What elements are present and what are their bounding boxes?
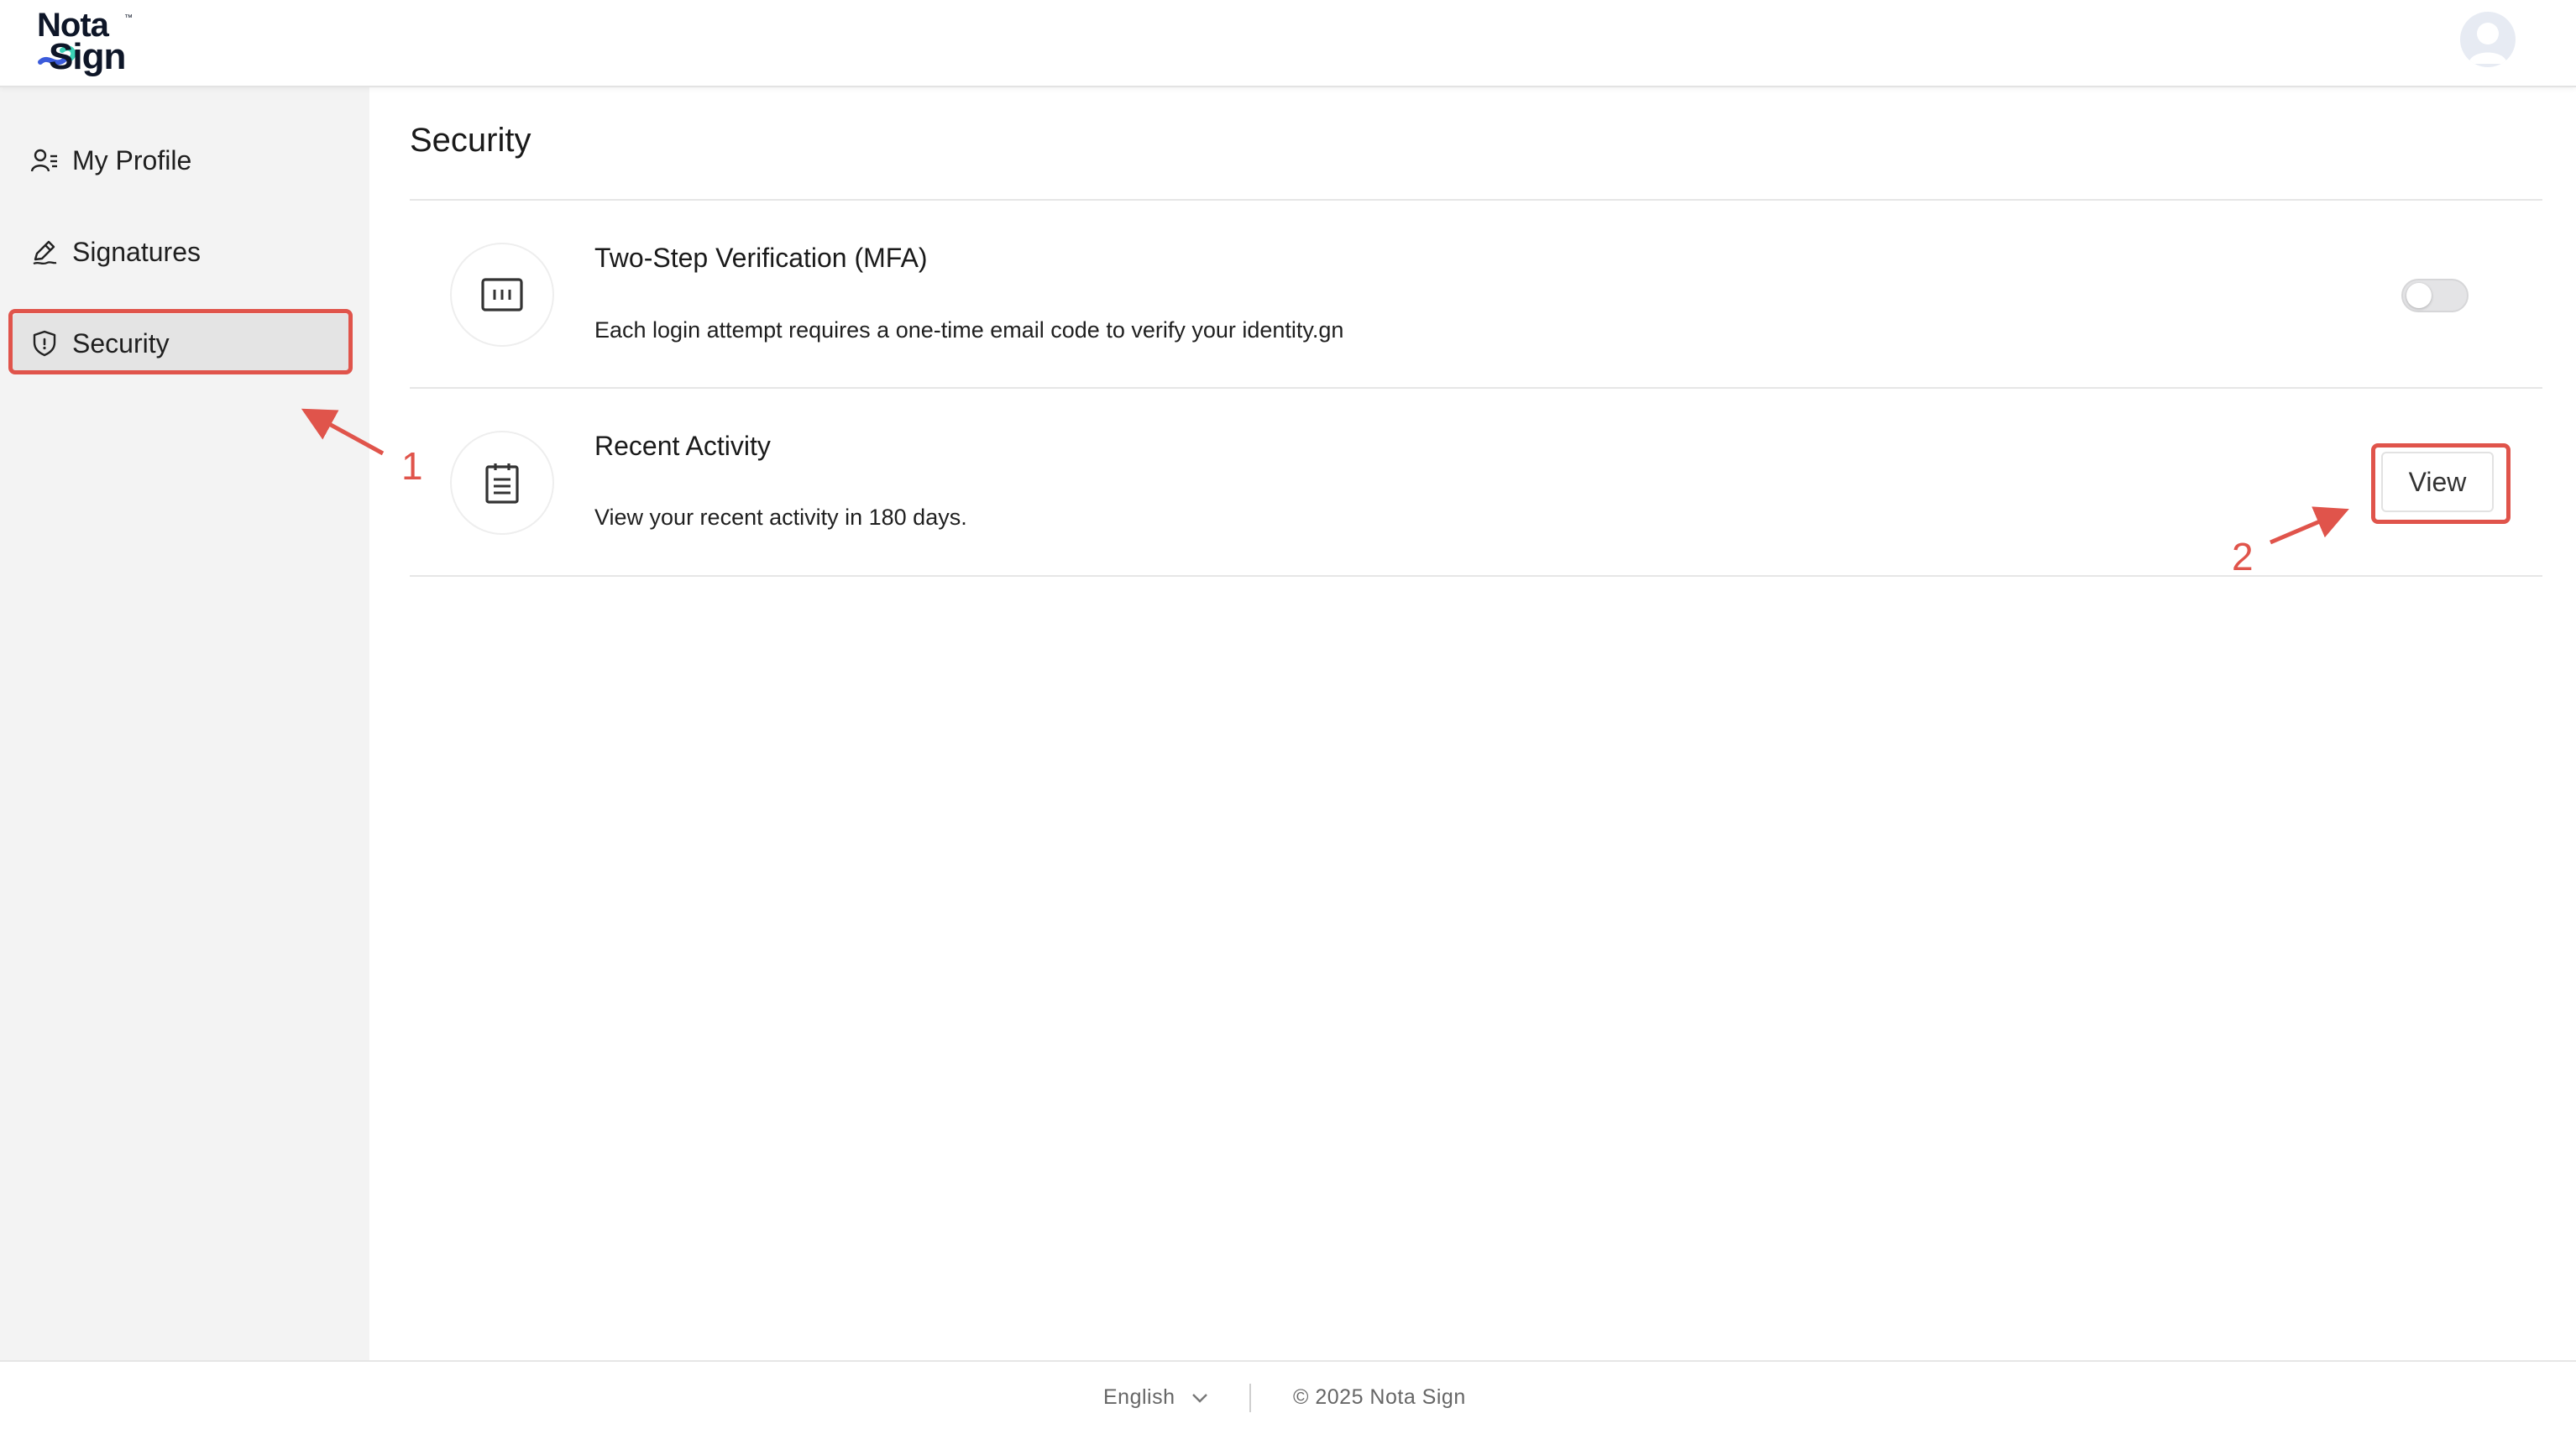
user-list-icon (30, 149, 57, 172)
page-title: Security (410, 122, 531, 159)
recent-activity-icon-container (450, 431, 554, 535)
mfa-description: Each login attempt requires a one-time e… (594, 317, 1344, 343)
annotation-number-2: 2 (2232, 535, 2254, 578)
mfa-title: Two-Step Verification (MFA) (594, 243, 928, 273)
sidebar-item-my-profile[interactable]: My Profile (12, 131, 351, 190)
sidebar-item-signatures[interactable]: Signatures (12, 222, 351, 281)
clipboard-icon (485, 463, 519, 504)
view-recent-activity-button[interactable]: View (2381, 452, 2494, 512)
recent-activity-title: Recent Activity (594, 431, 771, 461)
mfa-icon-container (450, 243, 554, 347)
annotation-arrow-2 (2270, 506, 2349, 545)
annotation-number-1: 1 (401, 444, 423, 488)
user-avatar[interactable] (2460, 12, 2516, 67)
sidebar-item-label: Signatures (72, 236, 201, 267)
section-divider-middle (410, 387, 2542, 389)
annotation-arrows (301, 408, 2349, 545)
section-divider-bottom (410, 575, 2542, 577)
sidebar-item-label: Security (72, 327, 170, 359)
shield-icon (33, 330, 56, 357)
logo-text-line2: Sign (49, 36, 126, 77)
mfa-toggle[interactable] (2401, 279, 2469, 312)
toggle-knob (2406, 283, 2432, 308)
nota-sign-logo[interactable]: Nota ™ Sign (37, 7, 154, 77)
top-bar: Nota ™ Sign (0, 0, 2576, 87)
language-label: English (1103, 1385, 1175, 1409)
sidebar-item-security[interactable]: Security (12, 314, 351, 373)
settings-sidebar: My Profile Signatures Security (0, 87, 369, 1360)
copyright-text: © 2025 Nota Sign (1293, 1385, 1466, 1409)
pen-icon (33, 240, 57, 265)
language-selector[interactable]: English (1103, 1385, 1209, 1410)
sidebar-item-label: My Profile (72, 144, 192, 175)
section-divider-top (410, 199, 2542, 201)
user-avatar-icon (2469, 23, 2507, 64)
recent-activity-description: View your recent activity in 180 days. (594, 505, 967, 530)
page-footer: English © 2025 Nota Sign (0, 1360, 2576, 1429)
otp-code-icon (481, 278, 523, 311)
logo-trademark: ™ (124, 13, 133, 23)
footer-separator (1249, 1384, 1251, 1412)
chevron-down-icon (1191, 1393, 1207, 1403)
